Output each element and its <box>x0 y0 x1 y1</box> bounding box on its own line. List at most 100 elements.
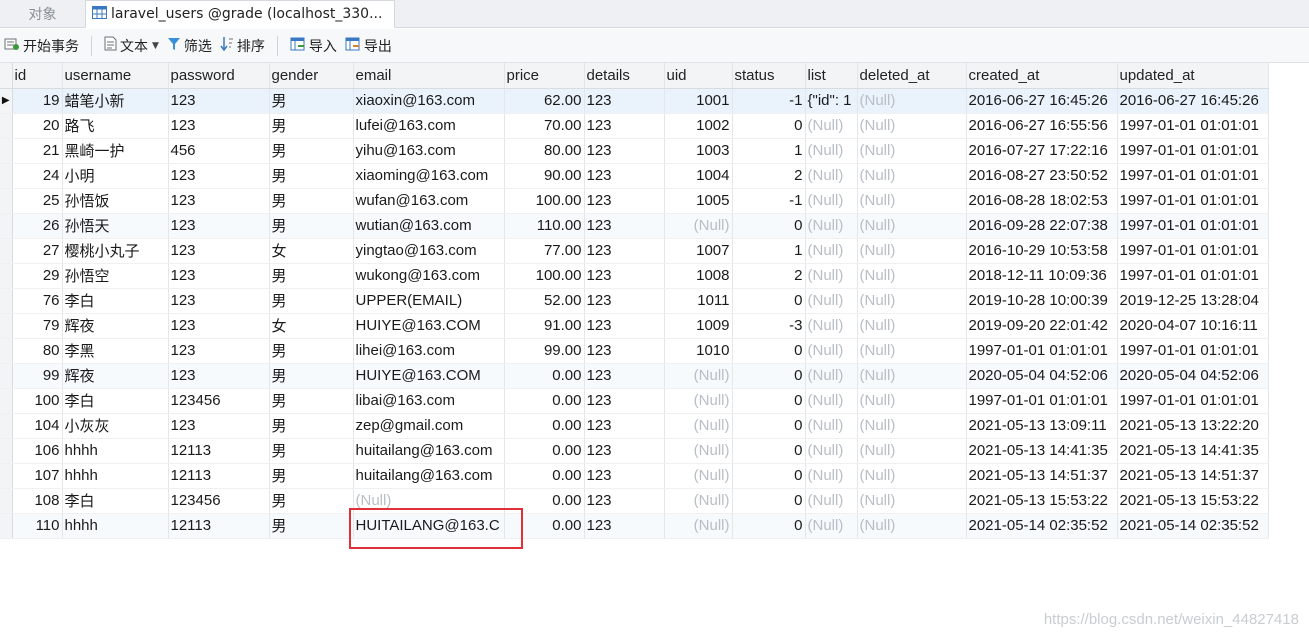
cell-password[interactable]: 123 <box>168 313 270 339</box>
cell-email[interactable]: lihei@163.com <box>353 338 505 364</box>
cell-gender[interactable]: 男 <box>269 388 354 414</box>
cell-username[interactable]: 小明 <box>62 163 169 189</box>
cell-created-at[interactable]: 2016-09-28 22:07:38 <box>966 213 1118 239</box>
cell-status[interactable]: 0 <box>732 513 806 539</box>
cell-updated-at[interactable]: 2020-04-07 10:16:11 <box>1117 313 1269 339</box>
cell-details[interactable]: 123 <box>584 238 665 264</box>
cell-price[interactable]: 0.00 <box>504 413 585 439</box>
cell-status[interactable]: 0 <box>732 413 806 439</box>
cell-id[interactable]: 27 <box>12 238 63 264</box>
cell-details[interactable]: 123 <box>584 163 665 189</box>
cell-deleted-at[interactable]: (Null) <box>857 413 967 439</box>
cell-status[interactable]: 2 <box>732 163 806 189</box>
cell-created-at[interactable]: 2016-06-27 16:45:26 <box>966 88 1118 114</box>
cell-details[interactable]: 123 <box>584 188 665 214</box>
cell-password[interactable]: 456 <box>168 138 270 164</box>
cell-details[interactable]: 123 <box>584 463 665 489</box>
cell-deleted-at[interactable]: (Null) <box>857 163 967 189</box>
cell-username[interactable]: 辉夜 <box>62 363 169 389</box>
cell-uid[interactable]: 1007 <box>664 238 733 264</box>
cell-deleted-at[interactable]: (Null) <box>857 463 967 489</box>
cell-id[interactable]: 25 <box>12 188 63 214</box>
cell-email[interactable]: xiaoming@163.com <box>353 163 505 189</box>
row-indicator[interactable] <box>0 263 13 289</box>
cell-list[interactable]: (Null) <box>805 513 858 539</box>
cell-list[interactable]: (Null) <box>805 238 858 264</box>
column-header-password[interactable]: password <box>168 63 270 89</box>
cell-username[interactable]: 李白 <box>62 488 169 514</box>
cell-details[interactable]: 123 <box>584 363 665 389</box>
cell-uid[interactable]: (Null) <box>664 488 733 514</box>
sort-button[interactable]: 排序 <box>216 29 269 63</box>
cell-created-at[interactable]: 2016-08-28 18:02:53 <box>966 188 1118 214</box>
cell-list[interactable]: (Null) <box>805 163 858 189</box>
cell-updated-at[interactable]: 2021-05-14 02:35:52 <box>1117 513 1269 539</box>
cell-created-at[interactable]: 2019-09-20 22:01:42 <box>966 313 1118 339</box>
cell-username[interactable]: 辉夜 <box>62 313 169 339</box>
cell-id[interactable]: 26 <box>12 213 63 239</box>
cell-deleted-at[interactable]: (Null) <box>857 513 967 539</box>
cell-created-at[interactable]: 2016-10-29 10:53:58 <box>966 238 1118 264</box>
cell-username[interactable]: 小灰灰 <box>62 413 169 439</box>
cell-status[interactable]: 0 <box>732 363 806 389</box>
cell-id[interactable]: 76 <box>12 288 63 314</box>
column-header-list[interactable]: list <box>805 63 858 89</box>
cell-created-at[interactable]: 2020-05-04 04:52:06 <box>966 363 1118 389</box>
tab-laravel-users[interactable]: laravel_users @grade (localhost_330... <box>85 0 395 28</box>
cell-updated-at[interactable]: 1997-01-01 01:01:01 <box>1117 388 1269 414</box>
table-row[interactable]: 100 李白 123456 男 libai@163.com 0.00 123 (Null) 0(… <box>0 388 1269 414</box>
cell-uid[interactable]: 1001 <box>664 88 733 114</box>
cell-password[interactable]: 123 <box>168 113 270 139</box>
cell-list[interactable]: (Null) <box>805 263 858 289</box>
cell-uid[interactable]: 1005 <box>664 188 733 214</box>
row-indicator[interactable] <box>0 188 13 214</box>
cell-gender[interactable]: 男 <box>269 513 354 539</box>
cell-id[interactable]: 20 <box>12 113 63 139</box>
cell-gender[interactable]: 女 <box>269 313 354 339</box>
row-indicator[interactable] <box>0 338 13 364</box>
cell-status[interactable]: 0 <box>732 388 806 414</box>
cell-gender[interactable]: 男 <box>269 363 354 389</box>
table-row[interactable]: ▶ 19 蜡笔小新 123 男 xiaoxin@163.com 62.00 123 1001 -1… <box>0 88 1269 114</box>
table-row[interactable]: 104 小灰灰 123 男 zep@gmail.com 0.00 123 (Null) 0 (Nu… <box>0 413 1269 439</box>
cell-gender[interactable]: 男 <box>269 163 354 189</box>
cell-price[interactable]: 90.00 <box>504 163 585 189</box>
table-row[interactable]: 20 路飞 123 男 lufei@163.com 70.00 123 1002 0 (Null)… <box>0 113 1269 139</box>
cell-uid[interactable]: 1008 <box>664 263 733 289</box>
cell-price[interactable]: 0.00 <box>504 438 585 464</box>
cell-id[interactable]: 106 <box>12 438 63 464</box>
row-indicator[interactable] <box>0 513 13 539</box>
cell-gender[interactable]: 男 <box>269 263 354 289</box>
cell-email[interactable]: zep@gmail.com <box>353 413 505 439</box>
cell-uid[interactable]: (Null) <box>664 388 733 414</box>
cell-password[interactable]: 12113 <box>168 438 270 464</box>
cell-status[interactable]: 0 <box>732 213 806 239</box>
cell-updated-at[interactable]: 1997-01-01 01:01:01 <box>1117 263 1269 289</box>
cell-uid[interactable]: 1009 <box>664 313 733 339</box>
cell-email[interactable]: HUITAILANG@163.C <box>353 513 505 539</box>
cell-email[interactable]: wutian@163.com <box>353 213 505 239</box>
cell-username[interactable]: 李黑 <box>62 338 169 364</box>
cell-price[interactable]: 80.00 <box>504 138 585 164</box>
column-header-email[interactable]: email <box>353 63 505 89</box>
cell-uid[interactable]: 1003 <box>664 138 733 164</box>
begin-transaction-button[interactable]: 开始事务 <box>0 29 83 63</box>
cell-created-at[interactable]: 2018-12-11 10:09:36 <box>966 263 1118 289</box>
text-button[interactable]: 文本 ▼ <box>100 29 163 63</box>
cell-uid[interactable]: (Null) <box>664 513 733 539</box>
cell-password[interactable]: 123 <box>168 263 270 289</box>
cell-price[interactable]: 0.00 <box>504 513 585 539</box>
cell-deleted-at[interactable]: (Null) <box>857 188 967 214</box>
cell-uid[interactable]: 1011 <box>664 288 733 314</box>
cell-uid[interactable]: 1004 <box>664 163 733 189</box>
cell-uid[interactable]: (Null) <box>664 363 733 389</box>
cell-username[interactable]: 樱桃小丸子 <box>62 238 169 264</box>
cell-deleted-at[interactable]: (Null) <box>857 363 967 389</box>
table-row[interactable]: 79 辉夜 123 女 HUIYE@163.COM 91.00 123 1009 -3 (Null… <box>0 313 1269 339</box>
cell-password[interactable]: 123456 <box>168 388 270 414</box>
cell-list[interactable]: (Null) <box>805 313 858 339</box>
cell-updated-at[interactable]: 2021-05-13 14:51:37 <box>1117 463 1269 489</box>
cell-updated-at[interactable]: 2021-05-13 14:41:35 <box>1117 438 1269 464</box>
cell-id[interactable]: 110 <box>12 513 63 539</box>
table-row[interactable]: 99 辉夜 123 男 HUIYE@163.COM 0.00 123 (Null) 0 (Null… <box>0 363 1269 389</box>
